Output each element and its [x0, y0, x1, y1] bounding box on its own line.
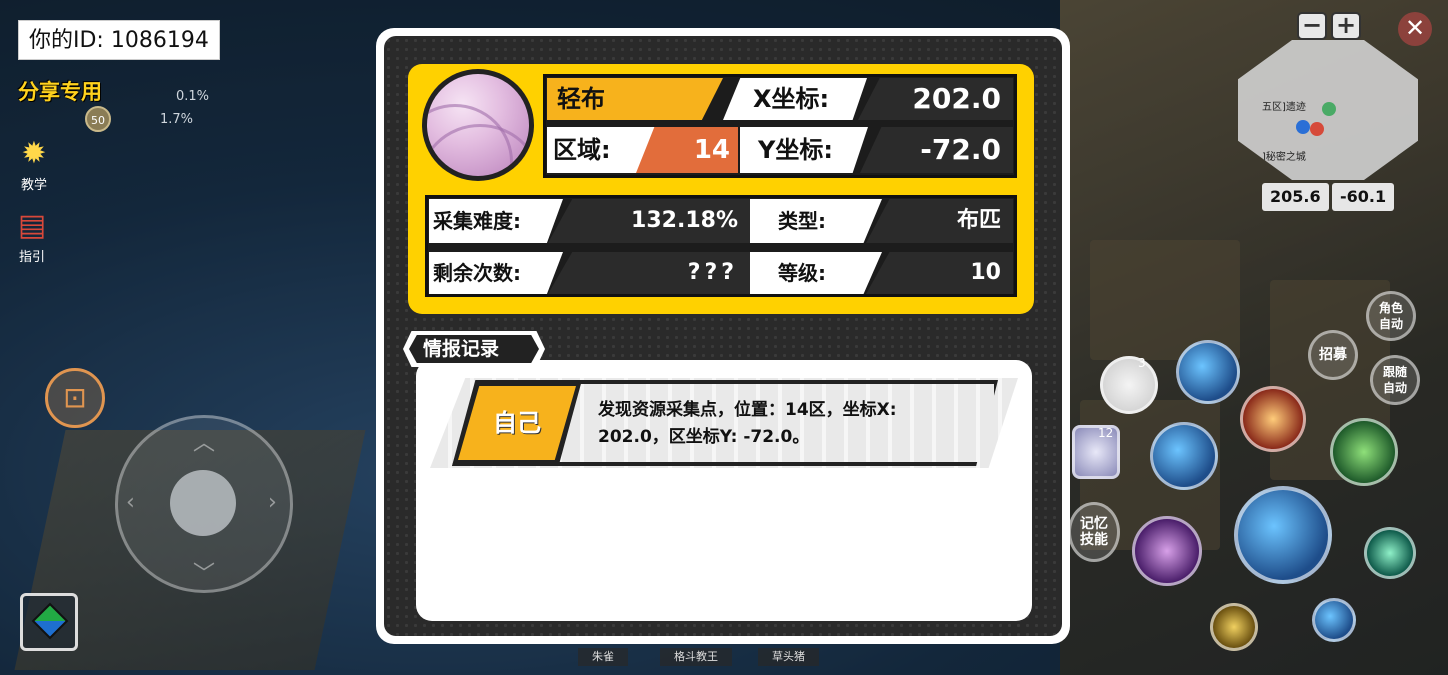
target-skill-button[interactable] [1364, 527, 1416, 579]
difficulty-value: 132.18% [548, 199, 750, 243]
minimap-coord-x: 205.6 [1262, 183, 1329, 211]
remaining-label: 剩余次数: [429, 252, 563, 294]
document-icon: ▤ [17, 208, 47, 243]
level-label: 等级: [750, 252, 882, 294]
chevron-left-icon: ‹ [126, 490, 135, 515]
joystick-knob[interactable] [170, 470, 236, 536]
minimap-zone-label: 五区]遗迹 [1262, 102, 1306, 113]
chevron-down-icon: ﹀ [193, 562, 216, 587]
intel-log-title: 情报记录 [409, 335, 539, 363]
guide-button[interactable]: ▤ 指引 [2, 208, 62, 265]
progress-percent: 0.1% [176, 89, 210, 104]
team-tag: 朱雀 [578, 648, 628, 666]
team-tag: 草头猪 [758, 648, 819, 666]
recruit-button[interactable]: 招募 [1308, 330, 1358, 380]
log-entry-text: 发现资源采集点，位置：14区，坐标X: 202.0，区坐标Y: -72.0。 [598, 400, 897, 447]
level-badge: 50 [85, 106, 111, 132]
close-icon[interactable]: ✕ [1398, 12, 1432, 46]
dash-skill-button[interactable] [1312, 598, 1356, 642]
team-tag: 格斗教王 [660, 648, 732, 666]
minimap-coord-y: -60.1 [1332, 183, 1395, 211]
resource-name: 轻布 [547, 78, 723, 120]
share-only-label: 分享专用 [18, 80, 102, 104]
camera-toggle-button[interactable] [20, 593, 78, 651]
x-coord-value: 202.0 [858, 78, 1013, 120]
player-marker-icon [1296, 120, 1310, 134]
diamond-icon [31, 602, 69, 640]
lightbulb-icon: ✹ [21, 136, 47, 171]
potion-count: 3 [1138, 356, 1146, 370]
tutorial-button[interactable]: ✹ 教学 [4, 136, 64, 193]
fire-skill-button[interactable] [1240, 386, 1306, 452]
potion-button[interactable] [1100, 356, 1158, 414]
role-auto-button[interactable]: 角色 自动 [1366, 291, 1416, 341]
guide-label: 指引 [18, 250, 45, 265]
zoom-out-button[interactable]: − [1297, 12, 1327, 40]
y-coord-label: Y坐标: [740, 127, 868, 173]
chevron-right-icon: › [268, 490, 277, 515]
fist-skill-button[interactable] [1132, 516, 1202, 586]
gold-skill-button[interactable] [1210, 603, 1258, 651]
x-coord-label: X坐标: [723, 78, 867, 120]
remaining-value: ??? [548, 252, 750, 294]
type-value: 布匹 [866, 199, 1013, 243]
player-id-label: 你的ID: 1086194 [18, 20, 220, 60]
backpack-icon: ⊡ [63, 381, 87, 414]
minimap-secret-label: ]秘密之城 [1262, 152, 1306, 163]
difficulty-label: 采集难度: [429, 199, 563, 243]
follow-auto-button[interactable]: 跟随 自动 [1370, 355, 1420, 405]
backpack-button[interactable]: ⊡ [45, 368, 105, 428]
ice-skill-button[interactable] [1150, 422, 1218, 490]
lightning-skill-button[interactable] [1176, 340, 1240, 404]
y-coord-value: -72.0 [860, 127, 1013, 173]
cloth-icon [427, 74, 529, 176]
type-label: 类型: [750, 199, 882, 243]
nature-skill-button[interactable] [1330, 418, 1398, 486]
level-value: 10 [866, 252, 1013, 294]
main-attack-button[interactable] [1234, 486, 1332, 584]
objective-marker-icon [1322, 102, 1336, 116]
tutorial-label: 教学 [20, 178, 47, 193]
minimap[interactable]: 五区]遗迹 ]秘密之城 [1238, 40, 1418, 180]
progress-percent: 1.7% [160, 112, 194, 127]
chevron-up-icon: ︿ [193, 431, 216, 456]
ally-marker-icon [1310, 122, 1324, 136]
zoom-in-button[interactable]: + [1331, 12, 1361, 40]
resource-icon-frame [422, 69, 534, 181]
mana-potion-count: 12 [1098, 426, 1114, 440]
memory-skill-button[interactable]: 记忆 技能 [1068, 502, 1120, 562]
